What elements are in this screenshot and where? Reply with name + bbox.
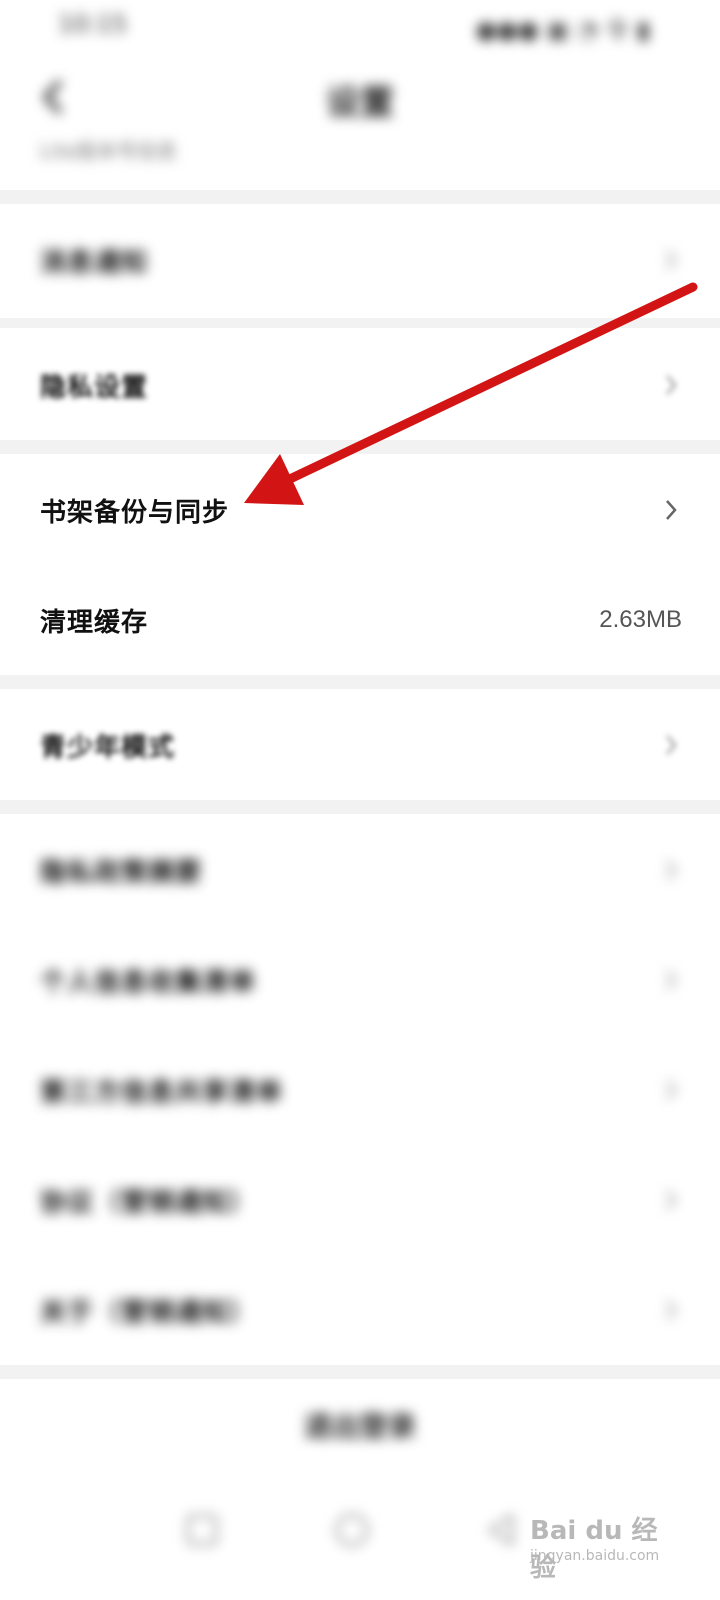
section-divider [0, 190, 720, 204]
row-label: 第三方信息共享清单 [40, 1077, 284, 1108]
section-divider [0, 675, 720, 689]
nav-bar: 设置 Lite版本号信息 [0, 55, 720, 185]
back-nav-icon[interactable] [482, 1510, 522, 1550]
chevron-right-icon [660, 1189, 682, 1211]
row-label: 协议（营销通知） [40, 1187, 257, 1218]
section-divider [0, 440, 720, 454]
settings-row-notifications[interactable]: 消息通知 [0, 205, 720, 315]
settings-row-personal-info-list[interactable]: 个人信息收集清单 [0, 925, 720, 1035]
chevron-right-icon [660, 249, 682, 271]
row-label: 关于（营销通知） [40, 1297, 257, 1328]
settings-row-privacy-summary[interactable]: 隐私政策摘要 [0, 815, 720, 925]
status-icons: ●●● ▣ ◔ 令 ▮ [475, 16, 650, 44]
settings-row-bookshelf-backup[interactable]: 书架备份与同步 [0, 455, 720, 565]
logout-button[interactable]: 退出登录 [0, 1405, 720, 1445]
settings-row-agreement[interactable]: 协议（营销通知） [0, 1145, 720, 1255]
section-divider [0, 1365, 720, 1379]
row-label: 隐私设置 [40, 372, 149, 403]
row-label: 个人信息收集清单 [40, 967, 257, 998]
settings-row-third-party-list[interactable]: 第三方信息共享清单 [0, 1035, 720, 1145]
page-subtitle: Lite版本号信息 [40, 139, 177, 163]
chevron-right-icon [660, 1079, 682, 1101]
settings-row-about[interactable]: 关于（营销通知） [0, 1255, 720, 1365]
page-title: 设置 [326, 83, 394, 123]
row-label: 书架备份与同步 [40, 497, 230, 528]
row-label: 青少年模式 [40, 732, 176, 763]
watermark-url: jingyan.baidu.com [530, 1548, 660, 1564]
status-time: 10:15 [58, 10, 128, 38]
section-divider [0, 800, 720, 814]
chevron-right-icon [660, 859, 682, 881]
status-bar: 10:15 ●●● ▣ ◔ 令 ▮ [0, 0, 720, 50]
home-icon[interactable] [332, 1510, 372, 1550]
baidu-jingyan-watermark: Bai du 经验 jingyan.baidu.com [530, 1510, 680, 1583]
chevron-right-icon [660, 969, 682, 991]
recent-apps-icon[interactable] [182, 1510, 222, 1550]
row-label: 清理缓存 [40, 607, 149, 638]
settings-row-clear-cache[interactable]: 清理缓存 2.63MB [0, 565, 720, 675]
watermark-brand: Bai du 经验 [530, 1516, 658, 1583]
row-label: 隐私政策摘要 [40, 857, 203, 888]
chevron-right-icon [660, 499, 682, 521]
chevron-right-icon [660, 374, 682, 396]
settings-row-teen-mode[interactable]: 青少年模式 [0, 690, 720, 800]
section-divider [0, 318, 720, 328]
cache-size-value: 2.63MB [599, 606, 682, 633]
chevron-right-icon [660, 1299, 682, 1321]
row-label: 消息通知 [40, 247, 149, 278]
chevron-right-icon [660, 734, 682, 756]
settings-row-privacy[interactable]: 隐私设置 [0, 330, 720, 440]
